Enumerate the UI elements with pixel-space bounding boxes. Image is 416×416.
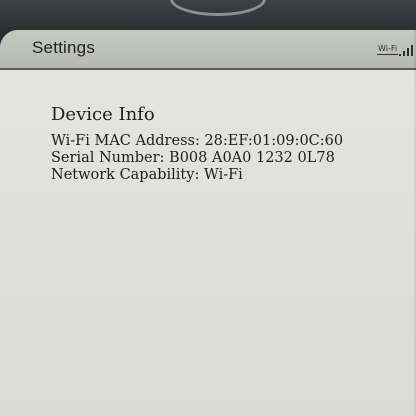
status-bar: Settings Wi-Fi — [0, 30, 416, 70]
signal-bar-2 — [403, 51, 405, 56]
device-info-title: Device Info — [51, 104, 155, 125]
signal-bar-3 — [407, 48, 409, 56]
serial-number: Serial Number: B008 A0A0 1232 0L78 — [51, 150, 335, 166]
page-title: Settings — [32, 38, 96, 57]
e-ink-screen: Settings Wi-Fi Device Info Wi-Fi MAC Add… — [0, 30, 416, 416]
device-bezel — [0, 0, 416, 30]
e-reader-device: Settings Wi-Fi Device Info Wi-Fi MAC Add… — [0, 0, 416, 416]
signal-bar-1 — [399, 54, 401, 56]
wifi-icon: Wi-Fi — [377, 44, 399, 55]
wifi-mac-address: Wi-Fi MAC Address: 28:EF:01:09:0C:60 — [51, 133, 344, 149]
device-info-panel: Device Info Wi-Fi MAC Address: 28:EF:01:… — [0, 70, 416, 416]
signal-bar-4 — [411, 45, 413, 56]
network-capability: Network Capability: Wi-Fi — [51, 167, 243, 183]
bezel-logo-arc — [170, 0, 266, 16]
